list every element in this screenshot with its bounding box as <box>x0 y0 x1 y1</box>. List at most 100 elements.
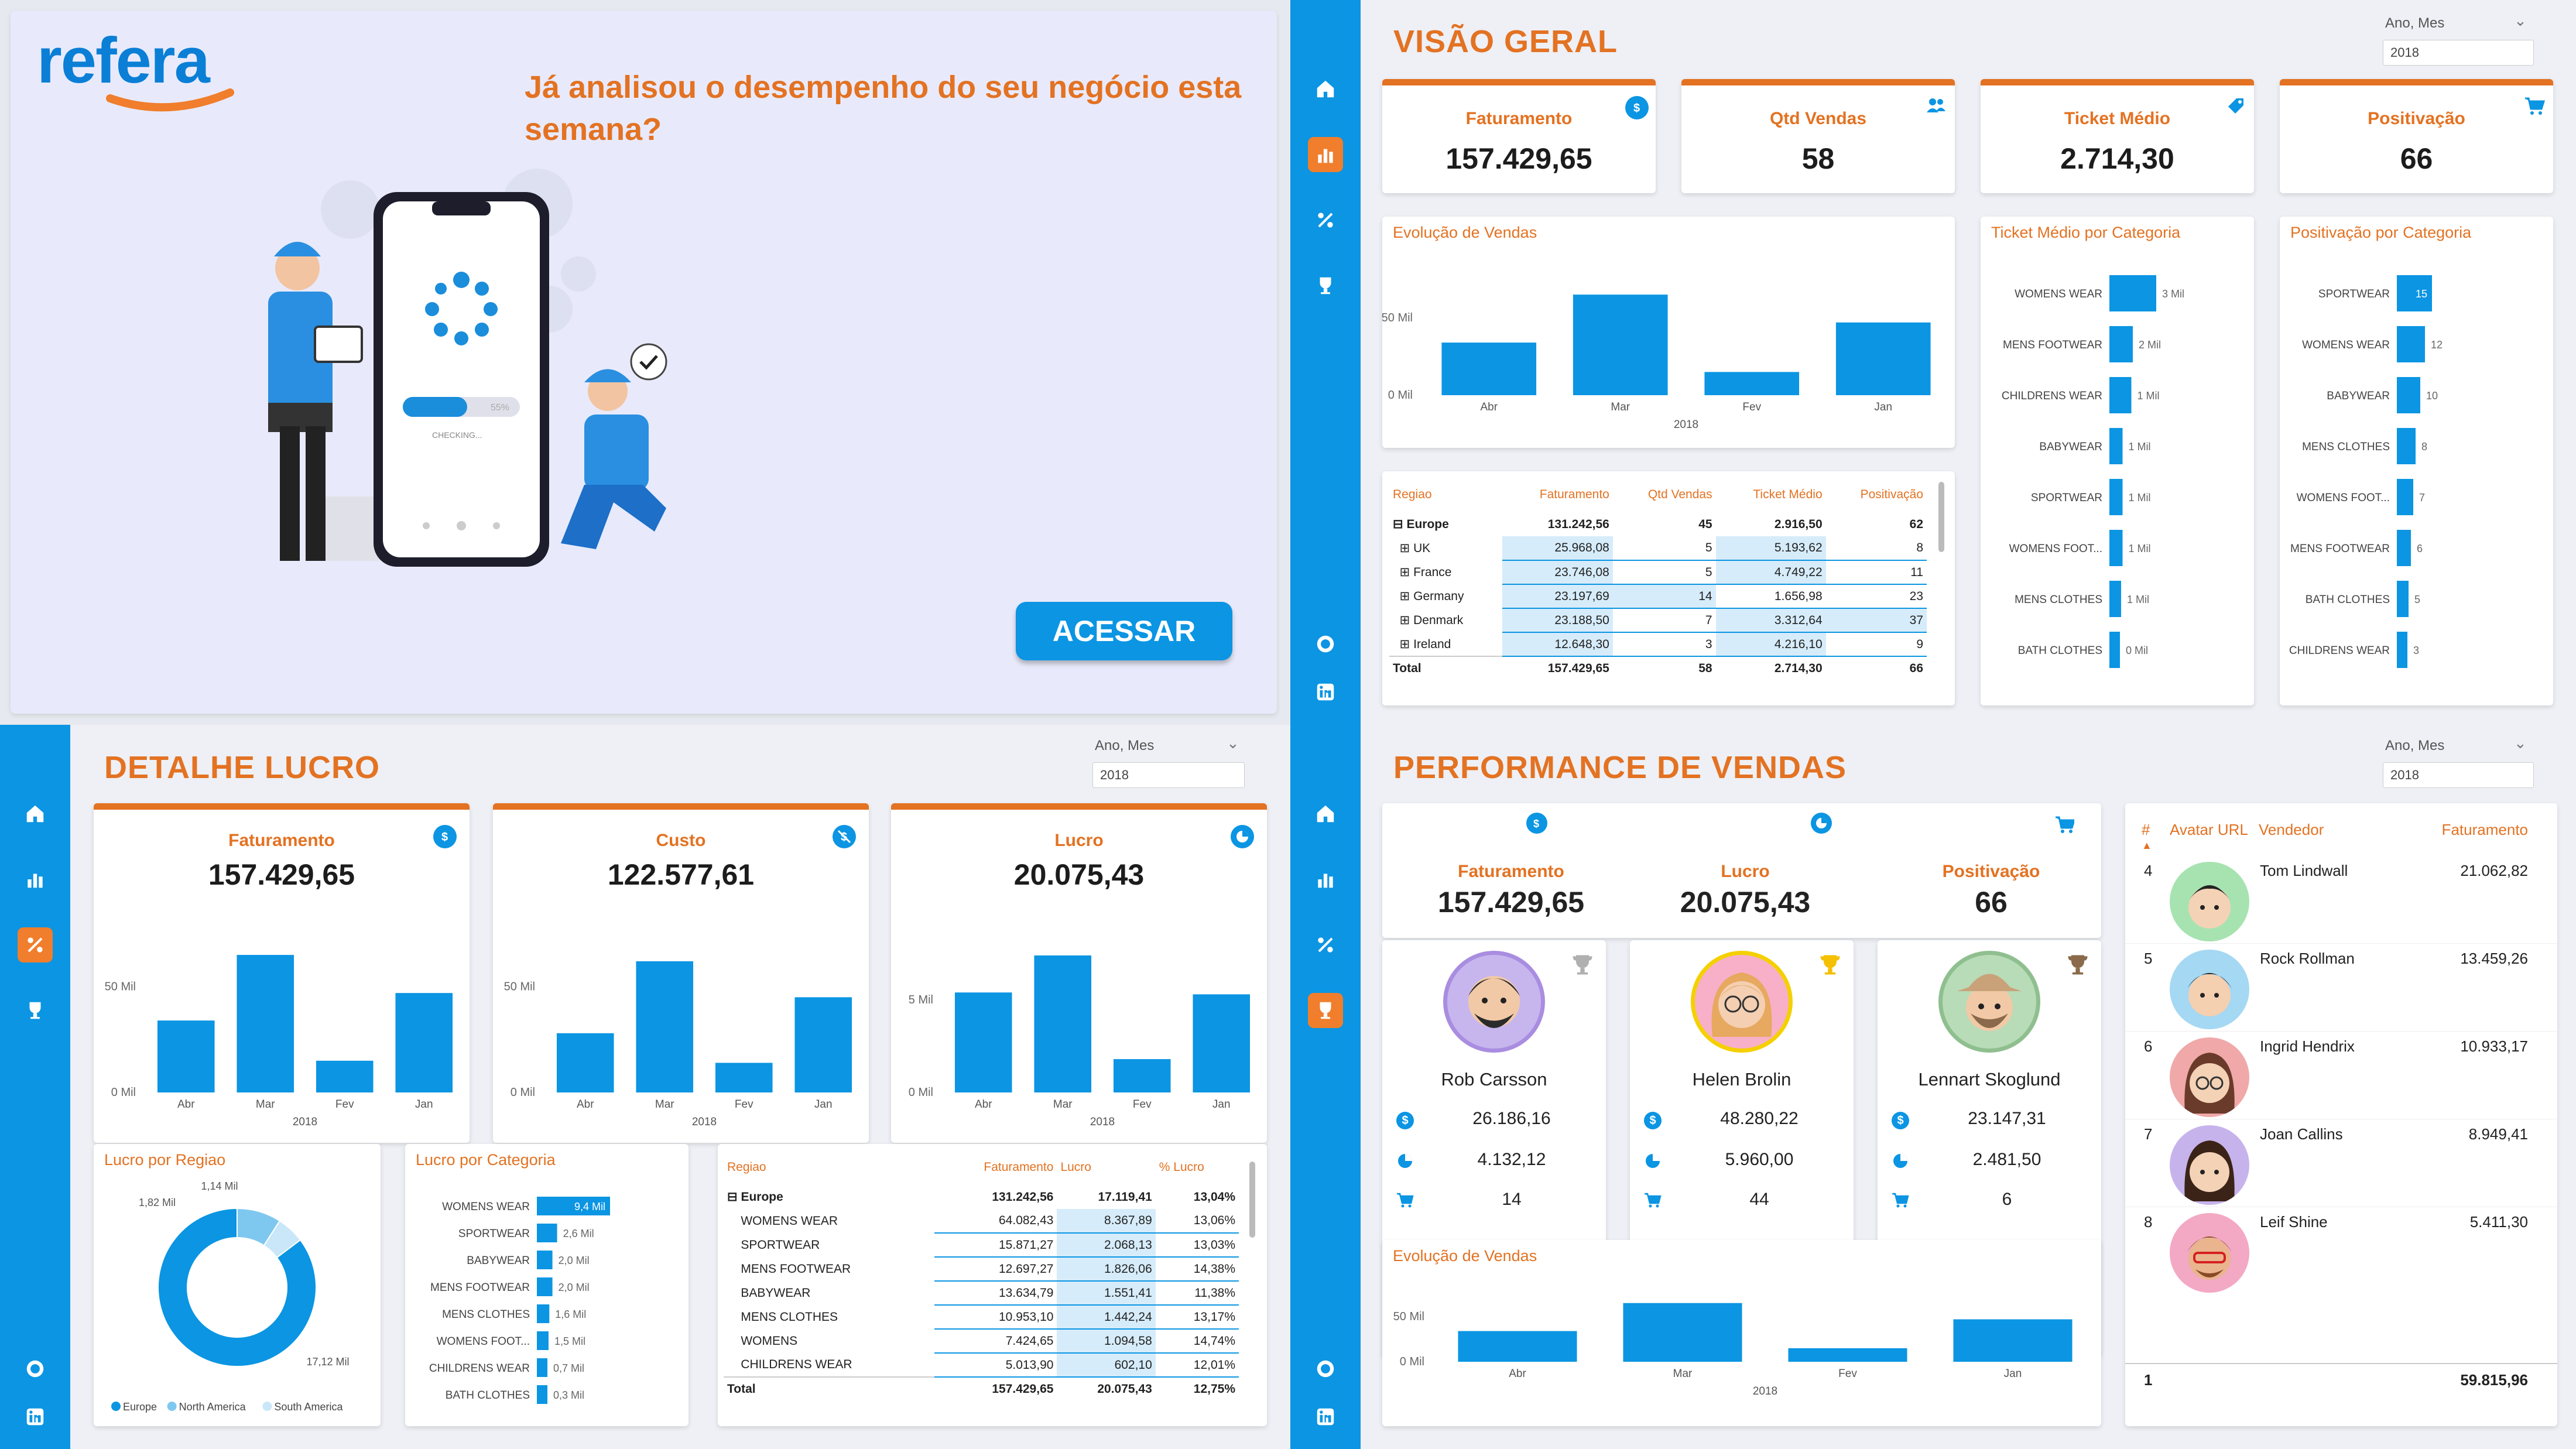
nav-linkedin-icon[interactable] <box>1308 674 1343 710</box>
nav-trophy-icon[interactable] <box>1308 993 1343 1028</box>
col-header[interactable]: Faturamento <box>934 1150 1057 1185</box>
col-header-avatar[interactable]: Avatar URL <box>2170 821 2248 839</box>
table-row[interactable]: ⊞ Denmark 23.188,50 7 3.312,64 37 <box>1389 608 1927 633</box>
col-header[interactable]: Faturamento <box>1502 477 1613 512</box>
year-filter-select[interactable]: 2018 <box>2383 40 2534 66</box>
x-tick-label: Mar <box>256 1098 275 1111</box>
nav-trophy-icon[interactable] <box>1308 268 1343 303</box>
table-scrollbar[interactable] <box>1938 482 1944 552</box>
nav-bar-chart-icon[interactable] <box>1308 862 1343 897</box>
table-row[interactable]: BABYWEAR 13.634,79 1.551,41 11,38% <box>724 1281 1239 1306</box>
chart-title: Ticket Médio por Categoria <box>1991 224 2181 241</box>
rank-number: 4 <box>2144 862 2153 879</box>
nav-home-icon[interactable] <box>1308 71 1343 107</box>
expand-icon[interactable]: ⊞ <box>1400 638 1413 651</box>
col-header[interactable]: Lucro <box>1057 1150 1155 1185</box>
expand-icon[interactable]: ⊞ <box>1400 590 1413 603</box>
ranking-row[interactable]: 6 Ingrid Hendrix 10.933,17 <box>2125 1032 2557 1119</box>
legend-marker <box>111 1402 121 1411</box>
seller-positivacao: 44 <box>1749 1190 1769 1209</box>
table-row[interactable]: MENS CLOTHES 10.953,10 1.442,24 13,17% <box>724 1305 1239 1330</box>
col-header-faturamento[interactable]: Faturamento <box>2442 821 2528 839</box>
nav-bar-chart-icon[interactable] <box>1308 137 1343 172</box>
table-row[interactable]: WOMENS 7.424,65 1.094,58 14,74% <box>724 1329 1239 1354</box>
category-label: MENS CLOTHES <box>2015 594 2102 606</box>
category-label: MENS CLOTHES <box>2302 441 2390 453</box>
category-label: BABYWEAR <box>2039 441 2102 453</box>
category-label: MENS FOOTWEAR <box>2290 543 2390 555</box>
lucro-categoria-card: Lucro por Categoria WOMENS WEAR 9,4 Mil SP… <box>405 1144 688 1426</box>
col-header[interactable]: Positivação <box>1826 477 1927 512</box>
nav-percent-icon[interactable] <box>1308 203 1343 238</box>
lucro-table-card: Regiao Faturamento Lucro % Lucro ⊟ Europ… <box>718 1144 1267 1426</box>
sidebar <box>0 725 70 1449</box>
table-row[interactable]: ⊟ Europe 131.242,56 17.119,41 13,04% <box>724 1185 1239 1209</box>
kpi-label: Qtd Vendas <box>1769 109 1867 128</box>
nav-linkedin-icon[interactable] <box>18 1399 53 1434</box>
table-row[interactable]: WOMENS WEAR 64.082,43 8.367,89 13,06% <box>724 1209 1239 1234</box>
table-row[interactable]: ⊞ France 23.746,08 5 4.749,22 11 <box>1389 560 1927 585</box>
no-dollar-icon: $ <box>833 825 856 848</box>
acessar-button[interactable]: ACESSAR <box>1016 602 1232 660</box>
chevron-down-icon[interactable]: ⌄ <box>1227 734 1239 752</box>
table-row[interactable]: MENS FOOTWEAR 12.697,27 1.826,06 14,38% <box>724 1257 1239 1282</box>
col-header-vendedor[interactable]: Vendedor <box>2259 821 2324 839</box>
expand-icon[interactable]: ⊞ <box>1400 566 1413 579</box>
table-row[interactable]: ⊞ Germany 23.197,69 14 1.656,98 23 <box>1389 584 1927 609</box>
nav-trophy-icon[interactable] <box>18 993 53 1028</box>
dollar-icon: $ <box>1892 1112 1909 1129</box>
nav-github-icon[interactable] <box>18 1351 53 1386</box>
category-label: WOMENS WEAR <box>442 1201 530 1213</box>
table-scrollbar[interactable] <box>1249 1162 1255 1238</box>
nav-bar-chart-icon[interactable] <box>18 862 53 897</box>
year-filter-select[interactable]: 2018 <box>1092 762 1245 788</box>
dollar-icon: $ <box>1625 96 1649 119</box>
table-row[interactable]: ⊞ UK 25.968,08 5 5.193,62 8 <box>1389 536 1927 561</box>
data-label: 2,0 Mil <box>559 1282 590 1293</box>
col-header[interactable]: % Lucro <box>1156 1150 1239 1185</box>
table-row[interactable]: ⊞ Ireland 12.648,30 3 4.216,10 9 <box>1389 632 1927 657</box>
expand-icon[interactable]: ⊞ <box>1400 614 1413 627</box>
ranking-row[interactable]: 5 Rock Rollman 13.459,26 <box>2125 944 2557 1032</box>
col-header[interactable]: Ticket Médio <box>1716 477 1826 512</box>
kpi-label: Custo <box>656 831 706 850</box>
chart-title: Positivação por Categoria <box>2290 224 2472 241</box>
data-label: 15 <box>2416 288 2427 300</box>
svg-text:$: $ <box>1533 818 1539 829</box>
data-label: 1,14 Mil <box>201 1180 238 1192</box>
ranking-row[interactable]: 7 Joan Callins 8.949,41 <box>2125 1119 2557 1207</box>
nav-github-icon[interactable] <box>1308 1351 1343 1386</box>
bar <box>537 1277 553 1296</box>
year-filter-select[interactable]: 2018 <box>2383 762 2534 788</box>
nav-github-icon[interactable] <box>1308 626 1343 662</box>
table-row[interactable]: SPORTWEAR 15.871,27 2.068,13 13,03% <box>724 1233 1239 1258</box>
nav-percent-icon[interactable] <box>1308 927 1343 962</box>
nav-home-icon[interactable] <box>18 796 53 831</box>
bar <box>2109 326 2133 362</box>
ranking-row[interactable]: 8 Leif Shine 5.411,30 <box>2125 1207 2557 1295</box>
col-header[interactable]: Regiao <box>724 1150 934 1185</box>
col-header[interactable]: Qtd Vendas <box>1613 477 1716 512</box>
chevron-down-icon[interactable]: ⌄ <box>2514 12 2527 30</box>
x-tick-label: Mar <box>655 1098 674 1111</box>
table-row[interactable]: CHILDRENS WEAR 5.013,90 602,10 12,01% <box>724 1353 1239 1378</box>
col-header[interactable]: Regiao <box>1389 477 1502 512</box>
x-group-label: 2018 <box>1753 1385 1777 1397</box>
col-header-pos[interactable]: # <box>2142 821 2150 839</box>
bar <box>537 1304 550 1323</box>
nav-linkedin-icon[interactable] <box>1308 1399 1343 1434</box>
ranking-total-row: 1 59.815,96 <box>2125 1363 2557 1398</box>
nav-percent-icon[interactable] <box>18 927 53 962</box>
category-label: SPORTWEAR <box>2318 288 2390 300</box>
table-row[interactable]: ⊟ Europe 131.242,56 45 2.916,50 62 <box>1389 512 1927 536</box>
data-label: 0,7 Mil <box>553 1362 584 1374</box>
collapse-icon[interactable]: ⊟ <box>1393 518 1406 531</box>
x-tick-label: Jan <box>814 1098 833 1111</box>
ranking-row[interactable]: 4 Tom Lindwall 21.062,82 <box>2125 856 2557 944</box>
expand-icon[interactable]: ⊞ <box>1400 542 1413 555</box>
collapse-icon[interactable]: ⊟ <box>727 1190 741 1204</box>
sort-icon[interactable]: ▲ <box>2142 840 2152 852</box>
kpi-value: 66 <box>2400 142 2433 175</box>
chevron-down-icon[interactable]: ⌄ <box>2514 734 2527 752</box>
nav-home-icon[interactable] <box>1308 796 1343 831</box>
